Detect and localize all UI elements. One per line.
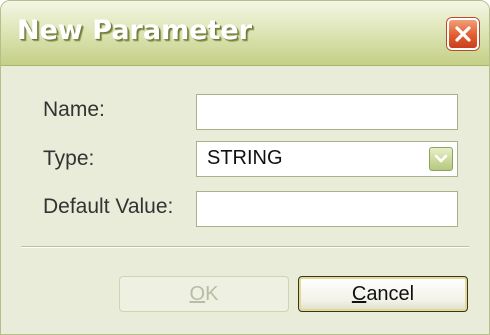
type-value: STRING: [207, 147, 283, 169]
ok-label-rest: K: [205, 283, 219, 305]
cancel-mnemonic: C: [351, 283, 367, 305]
type-select[interactable]: STRING: [196, 141, 458, 177]
chevron-down-icon: [434, 154, 448, 163]
cancel-button[interactable]: Cancel: [298, 276, 468, 312]
separator-highlight: [21, 247, 469, 248]
ok-mnemonic: O: [189, 283, 206, 305]
ok-button[interactable]: OK: [119, 276, 289, 312]
new-parameter-dialog: New Parameter Name: Type: STRING Default…: [0, 0, 490, 335]
name-input[interactable]: [196, 94, 458, 130]
type-label: Type:: [43, 147, 95, 170]
name-label: Name:: [43, 98, 105, 121]
dropdown-button[interactable]: [429, 147, 453, 171]
default-value-input[interactable]: [196, 191, 458, 227]
title-bar[interactable]: New Parameter: [1, 1, 489, 66]
close-icon: [455, 26, 471, 42]
cancel-label-rest: ancel: [366, 283, 415, 305]
dialog-title: New Parameter: [17, 15, 253, 46]
default-value-label: Default Value:: [43, 195, 174, 218]
close-button[interactable]: [447, 18, 479, 50]
